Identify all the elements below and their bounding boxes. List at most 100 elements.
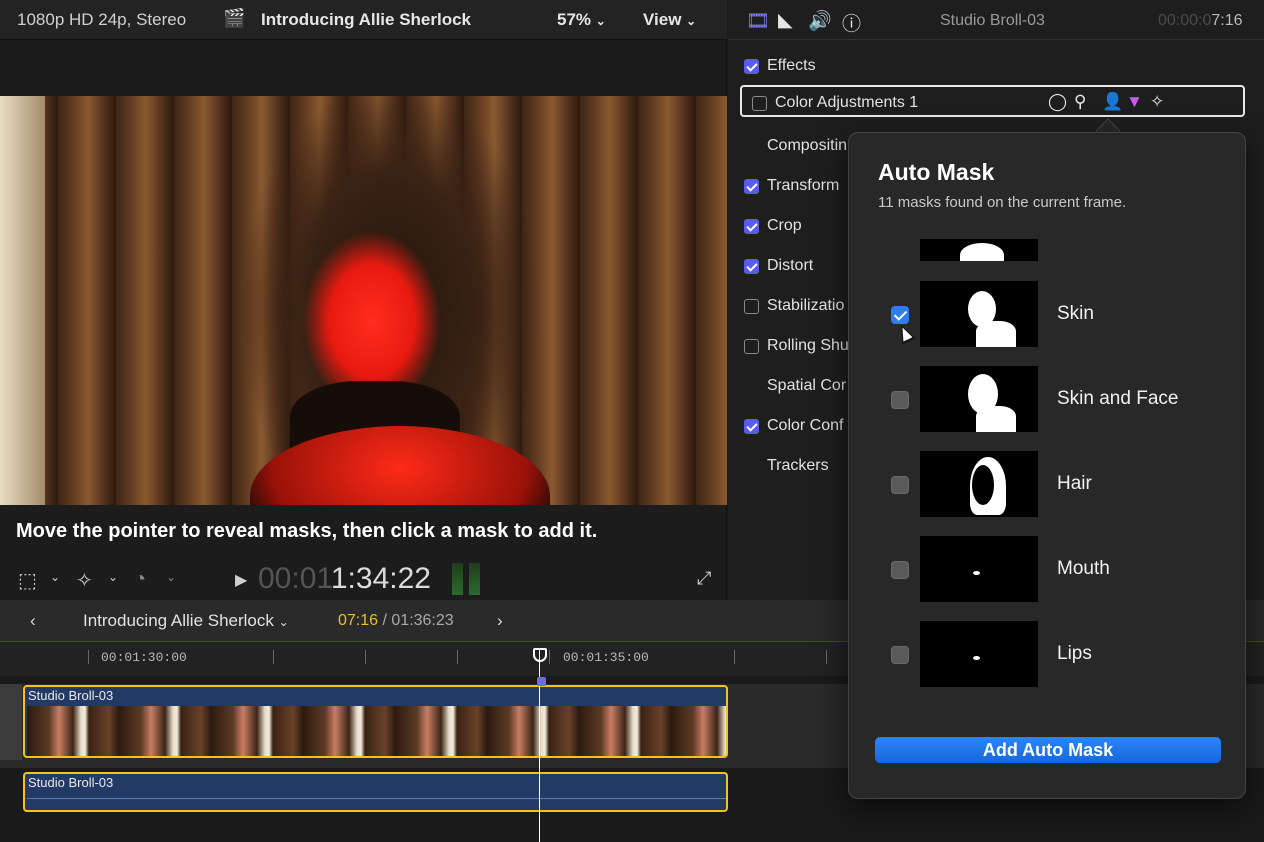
viewer-timecode: 00:011:34:22 [258,562,431,596]
mask-item-hair[interactable]: Hair [849,451,1247,519]
ruler-label: 00:01:35:00 [563,650,649,665]
audio-clip[interactable]: Studio Broll-03 [23,772,728,812]
transform-tool-icon[interactable]: ⬚ [18,568,37,593]
mask-thumbnail[interactable] [920,536,1038,602]
distort-label: Distort [767,257,814,274]
crop-label: Crop [767,217,802,234]
timecode-lit-part: 1:34:22 [330,562,431,595]
view-menu-label: View [643,10,682,29]
auto-mask-popover: Auto Mask 11 masks found on the current … [848,132,1246,799]
info-icon[interactable]: ⓘ [842,9,861,36]
color-conform-checkbox[interactable] [744,418,759,434]
mask-checkbox[interactable] [891,561,909,579]
spatial-conform-row[interactable]: Spatial Cor [767,374,846,398]
play-icon[interactable]: ▶ [235,570,247,590]
stabilization-row[interactable]: Stabilizatio [744,294,844,318]
mask-shape [976,406,1016,432]
rolling-shutter-row[interactable]: Rolling Shu [744,334,849,358]
ruler-label: 00:01:30:00 [101,650,187,665]
distort-checkbox[interactable] [744,258,759,274]
timeline-total-time: 01:36:23 [391,612,454,629]
color-adjustments-row[interactable]: Color Adjustments 1 ◯ ⚲ 👤 ▼ ✧ [740,85,1245,117]
magic-mask-icon[interactable]: ✧ [1150,92,1164,112]
shape-mask-icon[interactable]: ◯ [1048,92,1067,112]
mask-shape [973,571,980,575]
zoom-value: 57% [557,10,592,29]
speed-gauge-icon[interactable]: ◔ [134,568,146,591]
view-menu[interactable]: View ⌄ [643,10,696,30]
mask-item-skin-and-face[interactable]: Skin and Face [849,366,1247,434]
mask-thumbnail[interactable] [920,366,1038,432]
transform-checkbox[interactable] [744,178,759,194]
crop-row[interactable]: Crop [744,214,802,238]
inspector-timecode-lit: 7:16 [1211,12,1243,29]
clapper-icon: 🎬 [223,8,246,28]
fullscreen-icon[interactable]: ⤢ [697,568,711,589]
color-adjustments-label: Color Adjustments 1 [775,94,919,111]
inspector-timecode-dim: 00:00:0 [1158,12,1212,29]
mask-checkbox[interactable] [891,391,909,409]
video-clip-label: Studio Broll-03 [28,688,114,703]
color-adjustments-checkbox[interactable] [752,95,767,111]
rolling-shutter-label: Rolling Shu [767,337,849,354]
add-auto-mask-button[interactable]: Add Auto Mask [875,737,1221,763]
stabilization-checkbox[interactable] [744,298,759,314]
audio-waveform-line [27,798,726,799]
video-frame[interactable] [0,96,727,505]
distort-row[interactable]: Distort [744,254,813,278]
rolling-shutter-checkbox[interactable] [744,338,759,354]
viewer-project-title[interactable]: Introducing Allie Sherlock [261,10,471,30]
clip-filmstrip [27,706,726,756]
format-label: 1080p HD 24p, Stereo [17,10,187,29]
audio-clip-label: Studio Broll-03 [28,775,114,790]
crop-checkbox[interactable] [744,218,759,234]
track-header [0,684,22,760]
mask-shape [960,243,1004,261]
video-inspector-icon[interactable]: 🎞 [746,9,770,33]
effects-checkbox[interactable] [744,58,759,74]
spatial-conform-label: Spatial Cor [767,377,847,394]
mask-thumbnail[interactable] [920,451,1038,517]
timeline-project-menu[interactable]: Introducing Allie Sherlock ⌄ [83,611,289,631]
mask-thumbnail[interactable] [920,621,1038,687]
timecode-dim-part: 00:01 [258,562,331,595]
chevron-down-icon: ⌄ [595,14,606,28]
audio-meters [452,563,482,595]
viewer: 1080p HD 24p, Stereo 🎬 Introducing Allie… [0,0,727,600]
color-conform-row[interactable]: Color Conf [744,414,843,438]
color-mask-icon[interactable]: ▼ [1126,92,1143,112]
chevron-down-icon[interactable]: ⌄ [50,570,60,584]
chevron-down-icon[interactable]: ⌄ [108,570,118,584]
back-arrow-icon[interactable]: ‹ [30,611,36,631]
mask-label: Hair [1057,473,1092,494]
transform-row[interactable]: Transform [744,174,839,198]
mask-item-lips[interactable]: Lips [849,621,1247,689]
effects-row[interactable]: Effects [744,54,816,78]
chevron-down-icon[interactable]: ⌄ [166,570,176,584]
trackers-label: Trackers [767,457,829,474]
playhead-handle[interactable] [533,648,547,662]
mask-checkbox[interactable] [891,646,909,664]
mask-shape [973,656,980,660]
forward-arrow-icon[interactable]: › [497,611,503,631]
magic-wand-icon[interactable]: ✧ [76,568,93,593]
color-adjustments-toggle[interactable]: Color Adjustments 1 [752,91,918,115]
color-conform-label: Color Conf [767,417,844,434]
eyedropper-icon[interactable]: ⚲ [1074,92,1086,112]
mask-label: Skin and Face [1057,388,1179,409]
mask-thumbnail[interactable] [920,239,1038,261]
mask-thumbnail[interactable] [920,281,1038,347]
audio-inspector-icon[interactable]: 🔊 [808,9,832,33]
chevron-down-icon: ⌄ [278,615,289,629]
color-inspector-icon[interactable]: ◣ [778,9,793,32]
zoom-popup[interactable]: 57% ⌄ [557,10,606,30]
auto-mask-icon[interactable]: 👤 [1102,92,1123,112]
mask-item-mouth[interactable]: Mouth [849,536,1247,604]
mask-checkbox[interactable] [891,476,909,494]
video-clip[interactable]: Studio Broll-03 [23,685,728,758]
compositing-label: Compositin [767,137,848,154]
trackers-row[interactable]: Trackers [767,454,829,478]
compositing-row[interactable]: Compositin [767,134,847,158]
chevron-down-icon: ⌄ [686,14,697,28]
playhead-marker [537,677,546,686]
